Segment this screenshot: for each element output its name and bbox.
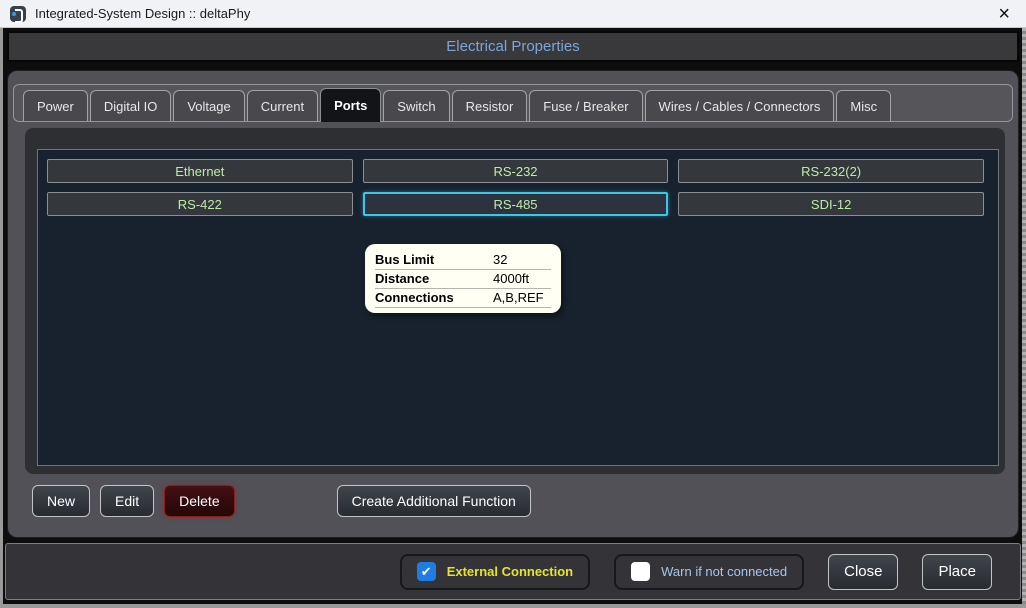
tab[interactable]: Resistor [451,90,528,121]
port-item-label: RS-422 [177,196,222,212]
window-edge-bottom[interactable] [0,604,1026,608]
tab[interactable]: Ports [320,88,382,122]
main-panel: Power Digital IO Voltage Current Ports S… [7,70,1019,538]
port-item[interactable]: RS-485 [362,192,669,216]
ports-grid: Ethernet RS-232 RS-232(2) RS-422 RS-485 … [38,150,998,216]
tab[interactable]: Voltage [173,90,245,121]
tab[interactable]: Switch [383,90,450,121]
tab-label: Resistor [465,98,514,114]
tooltip-row: Distance 4000ft [375,270,551,289]
port-item[interactable]: SDI-12 [678,192,984,216]
close-button[interactable]: Close [828,553,899,590]
port-item[interactable]: RS-232 [362,159,669,183]
tooltip-row-value: 32 [493,252,508,267]
window-title: Integrated-System Design :: deltaPhy [35,6,251,21]
warn-if-not-connected-label: Warn if not connected [661,564,788,579]
tooltip-row-label: Distance [375,271,430,286]
tab-label: Voltage [187,98,231,114]
tooltip-row-value: 4000ft [493,271,530,286]
external-connection-checkbox[interactable] [416,562,436,581]
port-item[interactable]: Ethernet [47,159,353,183]
tab-label: Ports [334,98,368,113]
actions-row: New Edit Delete Create Additional Functi… [32,485,531,517]
port-item-label: RS-232(2) [801,163,862,179]
app-icon [10,5,26,23]
tab-label: Wires / Cables / Connectors [658,98,821,114]
tab-bar: Power Digital IO Voltage Current Ports S… [13,84,1013,122]
titlebar[interactable]: Integrated-System Design :: deltaPhy × [0,0,1026,28]
place-button[interactable]: Place [922,553,992,590]
window-edge-left[interactable] [0,28,3,608]
window-edge-right[interactable] [1022,28,1026,608]
dialog-title: Electrical Properties [446,38,580,55]
port-item[interactable]: RS-232(2) [678,159,984,183]
tab[interactable]: Current [246,90,319,121]
tooltip-row-label: Connections [375,290,454,305]
external-connection-group[interactable]: External Connection [399,553,591,590]
close-icon[interactable]: × [992,4,1016,24]
app-window: Integrated-System Design :: deltaPhy × E… [0,0,1026,608]
port-item-label: RS-485 [493,196,538,212]
tab-label: Switch [397,98,436,114]
tab[interactable]: Fuse / Breaker [529,90,643,121]
tooltip-row-label: Bus Limit [375,252,435,267]
new-button[interactable]: New [32,485,91,517]
tab-label: Misc [850,98,878,114]
tab-content-panel: Ethernet RS-232 RS-232(2) RS-422 RS-485 … [25,128,1005,474]
tab[interactable]: Power [23,90,88,121]
footer-bar: External Connection Warn if not connecte… [5,543,1021,600]
tab-label: Power [37,98,74,114]
port-item[interactable]: RS-422 [47,192,353,216]
warn-if-not-connected-group[interactable]: Warn if not connected [614,553,805,590]
tab[interactable]: Wires / Cables / Connectors [644,90,835,121]
tab-label: Fuse / Breaker [543,98,629,114]
edit-button[interactable]: Edit [100,485,155,517]
port-info-tooltip: Bus Limit 32 Distance 4000ft Connections… [365,244,561,313]
tooltip-row: Connections A,B,REF [375,289,551,308]
warn-if-not-connected-checkbox[interactable] [631,562,651,581]
port-item-label: Ethernet [175,163,225,179]
tab[interactable]: Digital IO [89,90,172,121]
tooltip-row: Bus Limit 32 [375,251,551,270]
create-additional-function-button[interactable]: Create Additional Function [336,485,531,517]
tab-label: Digital IO [103,98,158,114]
external-connection-label: External Connection [446,564,574,579]
tab[interactable]: Misc [836,90,892,121]
tab-label: Current [260,98,305,114]
dialog-header: Electrical Properties [7,31,1019,62]
delete-button[interactable]: Delete [164,485,235,517]
ports-list-panel: Ethernet RS-232 RS-232(2) RS-422 RS-485 … [37,149,999,466]
port-item-label: SDI-12 [810,196,852,212]
port-item-label: RS-232 [493,163,538,179]
tooltip-row-value: A,B,REF [493,290,544,305]
